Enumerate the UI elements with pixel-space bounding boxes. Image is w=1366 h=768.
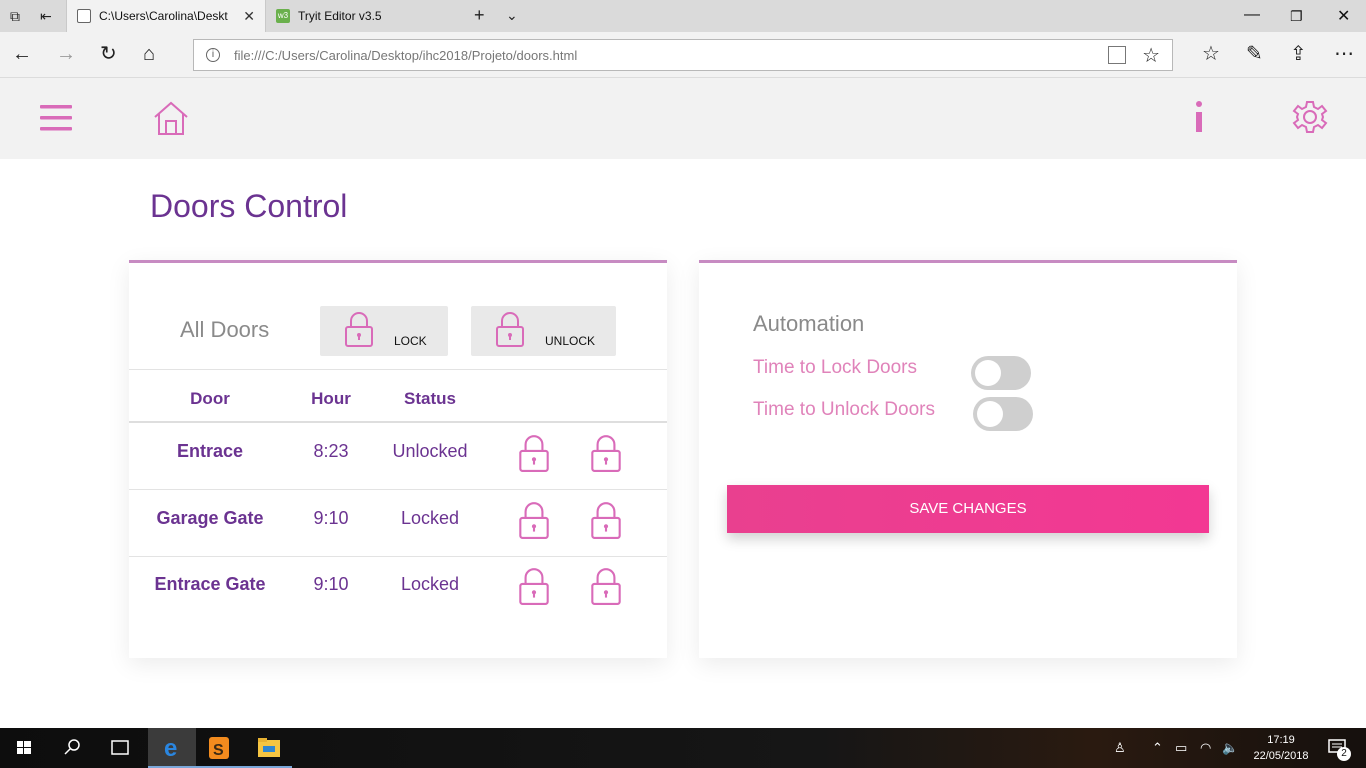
unlock-icon: [495, 310, 525, 353]
forward-icon[interactable]: →: [56, 42, 76, 66]
address-bar[interactable]: i file:///C:/Users/Carolina/Desktop/ihc2…: [193, 39, 1173, 71]
column-header-hour: Hour: [311, 389, 351, 408]
lock-time-toggle[interactable]: [971, 356, 1031, 390]
table-row: Entrace Gate 9:10 Locked: [129, 556, 667, 622]
sublime-taskbar-icon[interactable]: S: [196, 728, 244, 768]
svg-text:S: S: [213, 742, 224, 759]
toggle-knob: [977, 401, 1003, 427]
info-icon[interactable]: i: [206, 48, 220, 62]
refresh-icon[interactable]: ↻: [100, 42, 117, 66]
menu-icon[interactable]: [40, 104, 72, 137]
divider: [129, 369, 667, 370]
door-hour: 9:10: [313, 508, 349, 528]
people-icon[interactable]: ♙: [1114, 740, 1126, 756]
svg-text:e: e: [164, 735, 177, 762]
clock-date: 22/05/2018: [1253, 750, 1309, 762]
lock-icon[interactable]: [518, 500, 550, 545]
all-doors-label: All Doors: [180, 317, 270, 342]
home-icon[interactable]: ⌂: [143, 42, 155, 66]
unlock-icon[interactable]: [590, 500, 622, 545]
lock-time-label: Time to Lock Doors: [753, 357, 918, 378]
chevron-down-icon[interactable]: ⌄: [506, 7, 518, 24]
column-header-door: Door: [190, 389, 230, 408]
file-explorer-icon[interactable]: [244, 728, 292, 768]
taskbar: e S ♙ ⌃ ▭ ◠ 🔈 17:19 22/05/2018 2: [0, 728, 1366, 768]
lock-icon[interactable]: [518, 566, 550, 611]
door-hour: 8:23: [313, 441, 349, 461]
reading-view-icon[interactable]: [1108, 46, 1126, 64]
save-changes-button[interactable]: SAVE CHANGES: [727, 485, 1209, 533]
page-title: Doors Control: [150, 188, 348, 224]
door-name: Garage Gate: [156, 508, 264, 528]
unlock-time-toggle[interactable]: [973, 397, 1033, 431]
door-hour: 9:10: [313, 574, 349, 594]
back-icon[interactable]: ←: [12, 42, 32, 66]
door-name: Entrace: [176, 441, 244, 461]
lock-icon: [344, 310, 374, 353]
app-header: [0, 78, 1366, 159]
new-tab-icon[interactable]: +: [474, 5, 485, 26]
task-view-icon[interactable]: [96, 728, 144, 768]
unlock-all-button[interactable]: UNLOCK: [471, 306, 616, 356]
battery-icon[interactable]: ▭: [1175, 740, 1187, 756]
set-aside-tabs-icon[interactable]: ⇤: [40, 8, 52, 25]
system-clock[interactable]: 17:19 22/05/2018: [1252, 732, 1310, 764]
browser-tab-strip: ⧉ ⇤ C:\Users\Carolina\Deskt ✕ w3 Tryit E…: [0, 0, 1366, 32]
lock-all-label: LOCK: [394, 334, 427, 348]
minimize-icon[interactable]: —: [1244, 6, 1260, 24]
close-window-icon[interactable]: ✕: [1337, 6, 1350, 26]
door-name: Entrace Gate: [154, 574, 266, 594]
favorite-star-icon[interactable]: ☆: [1142, 43, 1160, 68]
more-icon[interactable]: ⋯: [1334, 42, 1354, 66]
close-icon[interactable]: ✕: [243, 8, 255, 25]
home-icon[interactable]: [152, 100, 190, 141]
search-icon[interactable]: [48, 728, 96, 768]
tab-doors[interactable]: C:\Users\Carolina\Deskt ✕: [66, 0, 266, 32]
column-header-status: Status: [404, 389, 456, 408]
share-icon[interactable]: ⇪: [1290, 42, 1307, 66]
clock-time: 17:19: [1267, 734, 1295, 746]
pen-icon[interactable]: ✎: [1246, 42, 1263, 66]
action-center-icon[interactable]: 2: [1320, 728, 1360, 768]
restore-icon[interactable]: ❐: [1290, 8, 1303, 25]
file-page-icon: [77, 9, 91, 23]
unlock-icon[interactable]: [590, 566, 622, 611]
edge-taskbar-icon[interactable]: e: [148, 728, 196, 768]
table-row: Garage Gate 9:10 Locked: [129, 490, 667, 556]
doors-card: All Doors LOCK UNLOCK Door Hour Status E…: [129, 260, 667, 658]
chevron-up-icon[interactable]: ⌃: [1152, 740, 1163, 756]
tab-title: C:\Users\Carolina\Deskt: [99, 9, 228, 23]
gear-icon[interactable]: [1292, 99, 1328, 140]
automation-card: Automation Time to Lock Doors Time to Un…: [699, 260, 1237, 658]
favorites-icon[interactable]: ☆: [1202, 42, 1220, 66]
table-row: Entrace 8:23 Unlocked: [129, 423, 667, 489]
w3schools-icon: w3: [276, 9, 290, 23]
tab-actions-icon[interactable]: ⧉: [10, 8, 20, 25]
door-status: Locked: [400, 508, 460, 528]
wifi-icon[interactable]: ◠: [1200, 740, 1211, 756]
lock-all-button[interactable]: LOCK: [320, 306, 448, 356]
tab-title: Tryit Editor v3.5: [298, 9, 382, 23]
automation-title: Automation: [753, 311, 865, 336]
door-status: Locked: [400, 574, 460, 594]
volume-icon[interactable]: 🔈: [1222, 740, 1238, 756]
windows-start-icon[interactable]: [0, 728, 48, 768]
lock-icon[interactable]: [518, 433, 550, 478]
notification-count: 2: [1337, 747, 1351, 761]
address-url[interactable]: file:///C:/Users/Carolina/Desktop/ihc201…: [234, 48, 577, 63]
unlock-all-label: UNLOCK: [545, 334, 596, 348]
toggle-knob: [975, 360, 1001, 386]
door-status: Unlocked: [392, 441, 468, 461]
browser-navbar: ← → ↻ ⌂ i file:///C:/Users/Carolina/Desk…: [0, 32, 1366, 78]
unlock-time-label: Time to Unlock Doors: [753, 399, 935, 420]
info-icon[interactable]: [1191, 100, 1207, 139]
tab-tryit[interactable]: w3 Tryit Editor v3.5: [266, 0, 464, 32]
unlock-icon[interactable]: [590, 433, 622, 478]
